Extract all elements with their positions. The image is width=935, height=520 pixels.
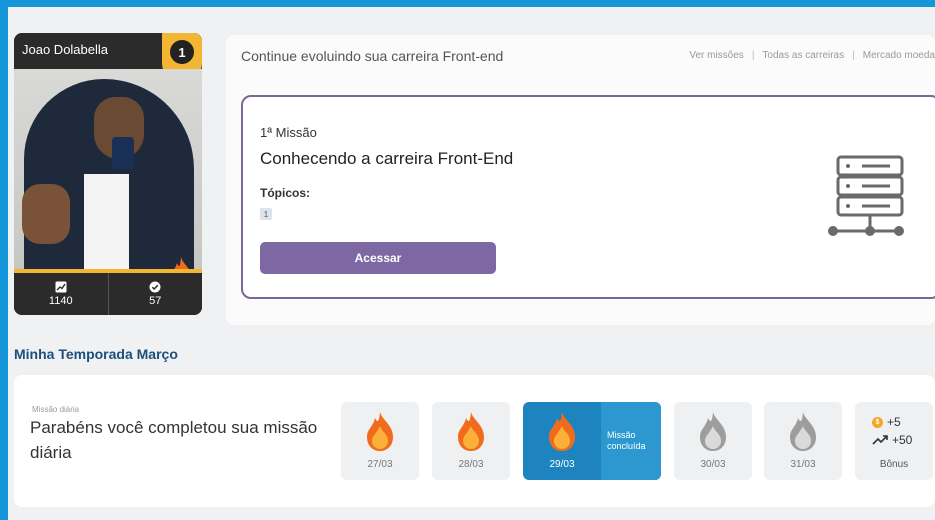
topic-chip[interactable]: 1 (260, 208, 272, 220)
app-frame: Joao Dolabella 1 3 1140 (8, 7, 935, 520)
stat-completed-value: 57 (149, 295, 162, 307)
day-card: 31/03 (764, 402, 842, 480)
day-card: 27/03 (341, 402, 419, 480)
rank-number: 1 (170, 40, 194, 64)
daily-message: Parabéns você completou sua missão diári… (30, 418, 318, 462)
fire-icon (174, 257, 189, 269)
fire-icon (549, 412, 575, 451)
day-card: 28/03 (432, 402, 510, 480)
season-title: Minha Temporada Março (14, 346, 178, 362)
link-mercado-moeda[interactable]: Mercado moeda (863, 50, 935, 61)
bonus-coins: +5 (887, 415, 901, 429)
stat-completed: 57 (107, 273, 203, 315)
profile-photo: 3 (14, 69, 202, 269)
trend-up-icon (872, 435, 888, 445)
fire-icon (458, 412, 484, 451)
link-ver-missoes[interactable]: Ver missões (689, 50, 743, 61)
day-date: 31/03 (790, 459, 816, 470)
trend-chart-icon (55, 281, 67, 293)
profile-card[interactable]: Joao Dolabella 1 3 1140 (14, 33, 202, 315)
fire-gray-icon (700, 412, 726, 451)
mission-title: Conhecendo a carreira Front-End (260, 149, 514, 168)
day-date: 27/03 (367, 459, 393, 470)
topics-label: Tópicos: (260, 186, 310, 200)
bonus-xp: +50 (892, 433, 913, 447)
panel-links: Ver missões | Todas as carreiras | Mercado m… (689, 50, 935, 61)
check-circle-icon (149, 281, 161, 293)
mission-number: 1ª Missão (260, 125, 317, 140)
day-date: 28/03 (458, 459, 484, 470)
fire-gray-icon (790, 412, 816, 451)
panel-title: Continue evoluindo sua carreira Front-en… (241, 48, 504, 64)
mission-card: 1ª Missão Conhecendo a carreira Front-En… (241, 95, 935, 299)
day-status: Missão concluída (601, 402, 661, 480)
day-date: 30/03 (700, 459, 726, 470)
bonus-card: $ +5 +50 Bônus (855, 402, 933, 480)
day-date: 29/03 (549, 459, 575, 470)
season-panel: Missão diária Parabéns você completou su… (14, 375, 935, 507)
access-button[interactable]: Acessar (260, 242, 496, 274)
profile-stats: 1140 57 (14, 273, 202, 315)
server-network-icon (828, 155, 904, 236)
fire-icon (367, 412, 393, 451)
day-card-active: 29/03 Missão concluída (523, 402, 661, 480)
day-card: 30/03 (674, 402, 752, 480)
link-todas-carreiras[interactable]: Todas as carreiras (762, 50, 844, 61)
bonus-label: Bônus (879, 459, 909, 470)
coin-icon: $ (872, 416, 883, 428)
profile-name: Joao Dolabella (22, 42, 109, 57)
daily-label: Missão diária (32, 405, 80, 414)
stat-xp-value: 1140 (48, 295, 73, 307)
stat-xp: 1140 (14, 273, 108, 315)
mission-panel: Continue evoluindo sua carreira Front-en… (226, 35, 935, 325)
